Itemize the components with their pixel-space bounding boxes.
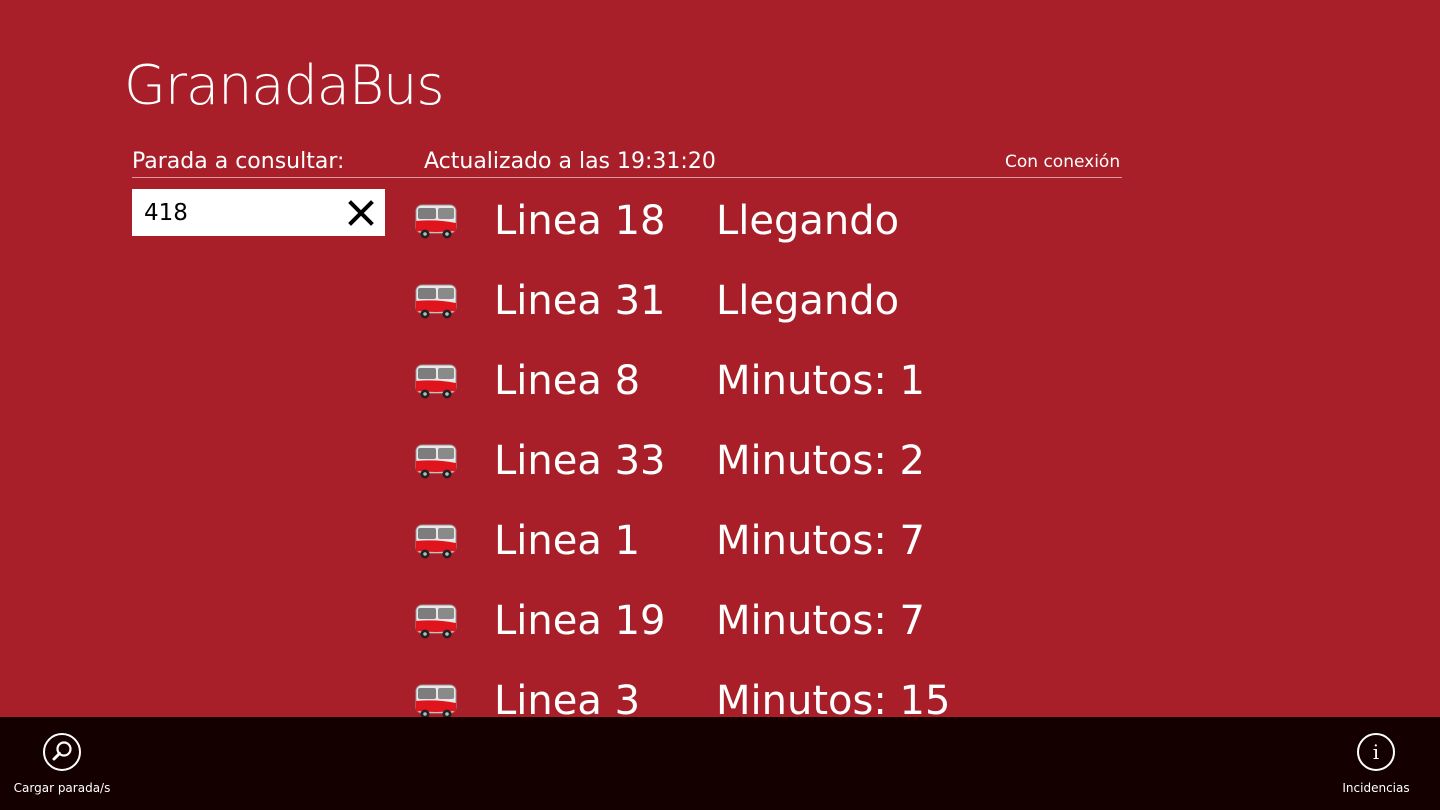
arrival-time: Minutos: 15 — [716, 678, 951, 717]
arrival-time: Llegando — [716, 198, 900, 244]
bus-icon — [415, 284, 457, 319]
bus-icon — [415, 684, 457, 717]
app-bar: Cargar parada/s i Incidencias — [0, 717, 1440, 810]
arrival-time: Minutos: 1 — [716, 358, 925, 404]
header-divider — [132, 177, 1122, 178]
load-stops-circle — [43, 733, 81, 771]
arrival-row[interactable]: Linea 18 Llegando — [412, 184, 1412, 264]
search-icon — [52, 741, 72, 761]
arrival-time: Minutos: 7 — [716, 598, 925, 644]
stop-number-input[interactable] — [144, 189, 334, 236]
line-name: Linea 8 — [494, 358, 641, 404]
line-name: Linea 3 — [494, 678, 641, 717]
arrival-row[interactable]: Linea 3 Minutos: 15 — [412, 664, 1412, 717]
load-stops-label: Cargar parada/s — [13, 781, 111, 795]
line-name: Linea 31 — [494, 278, 666, 324]
arrival-row[interactable]: Linea 33 Minutos: 2 — [412, 424, 1412, 504]
clear-button[interactable] — [345, 197, 377, 229]
line-name: Linea 18 — [494, 198, 666, 244]
last-updated-label: Actualizado a las 19:31:20 — [424, 149, 716, 174]
line-name: Linea 33 — [494, 438, 666, 484]
stop-query-label: Parada a consultar: — [132, 149, 345, 174]
incidents-circle: i — [1357, 733, 1395, 771]
connection-status: Con conexión — [1005, 152, 1121, 172]
arrival-time: Llegando — [716, 278, 900, 324]
info-icon: i — [1372, 740, 1380, 764]
incidents-label: Incidencias — [1342, 781, 1410, 795]
line-name: Linea 1 — [494, 518, 641, 564]
app-title: GranadaBus — [124, 54, 445, 117]
arrival-time: Minutos: 2 — [716, 438, 925, 484]
load-stops-button[interactable]: Cargar parada/s — [2, 717, 122, 810]
bus-icon — [415, 204, 457, 239]
bus-icon — [415, 364, 457, 399]
arrival-row[interactable]: Linea 31 Llegando — [412, 264, 1412, 344]
bus-icon — [415, 524, 457, 559]
line-name: Linea 19 — [494, 598, 666, 644]
arrival-time: Minutos: 7 — [716, 518, 925, 564]
arrival-row[interactable]: Linea 1 Minutos: 7 — [412, 504, 1412, 584]
stop-search-box — [132, 189, 385, 236]
close-icon — [348, 200, 374, 226]
bus-icon — [415, 604, 457, 639]
arrival-row[interactable]: Linea 19 Minutos: 7 — [412, 584, 1412, 664]
incidents-button[interactable]: i Incidencias — [1316, 717, 1436, 810]
arrivals-list[interactable]: Linea 18 Llegando Linea 31 Llegando Line… — [412, 184, 1412, 717]
arrival-row[interactable]: Linea 8 Minutos: 1 — [412, 344, 1412, 424]
bus-icon — [415, 444, 457, 479]
